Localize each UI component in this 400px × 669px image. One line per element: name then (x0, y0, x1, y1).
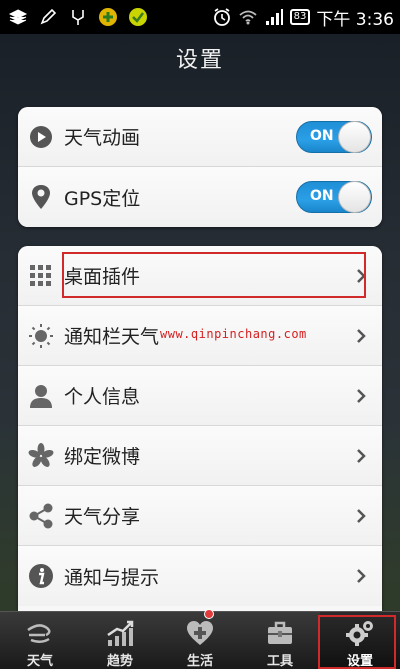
share-icon (28, 503, 54, 529)
toggle-knob (338, 181, 371, 213)
alarm-icon (213, 8, 230, 26)
menu-label: 个人信息 (64, 386, 141, 408)
menu-item-bind-weibo[interactable]: 绑定微博 (18, 426, 382, 486)
stack-icon (8, 9, 28, 25)
chevron-right-icon (357, 449, 366, 463)
tab-label: 工具 (266, 654, 293, 669)
toggle-label: 天气动画 (64, 127, 141, 149)
menu-label: 通知栏天气 (64, 326, 160, 348)
highlight-annotation (318, 615, 396, 669)
chevron-right-icon (357, 389, 366, 403)
notification-badge (204, 609, 214, 619)
menu-label: 通知与提示 (64, 566, 160, 589)
chevron-right-icon (357, 509, 366, 523)
tab-label: 天气 (26, 654, 53, 669)
grid-icon (28, 263, 54, 289)
location-pin-icon (28, 184, 54, 210)
menu-label: 天气分享 (64, 506, 141, 528)
chevron-right-icon (357, 329, 366, 343)
tab-life[interactable]: 生活 (160, 609, 240, 669)
pencil-icon (40, 8, 57, 25)
check-app-icon (129, 8, 147, 26)
settings-menu-card: 桌面插件 通知栏天气 个人信息 绑定微博 天气分享 通知与提示 (18, 246, 382, 611)
highlight-annotation (62, 252, 366, 298)
asterisk-icon (28, 442, 54, 469)
battery-icon: 83 (289, 9, 311, 25)
tuning-fork-icon (72, 10, 84, 25)
tab-weather[interactable]: 天气 (0, 612, 80, 669)
wind-icon (27, 624, 51, 643)
gps-toggle[interactable]: ON (296, 181, 372, 213)
menu-item-desktop-widget[interactable]: 桌面插件 (18, 246, 382, 306)
status-bar: 83 下午 3:36 (0, 0, 400, 34)
menu-item-personal-info[interactable]: 个人信息 (18, 366, 382, 426)
toggle-knob (338, 121, 371, 153)
menu-item-weather-share[interactable]: 天气分享 (18, 486, 382, 546)
tab-trend[interactable]: 趋势 (80, 612, 160, 669)
tab-label: 趋势 (106, 654, 133, 669)
menu-item-notifications[interactable]: 通知与提示 (18, 546, 382, 606)
toggle-row-weather-animation: 天气动画 ON (18, 107, 382, 167)
chevron-right-icon (357, 569, 366, 583)
plus-app-icon (99, 8, 117, 26)
wifi-icon (239, 10, 257, 25)
toolbox-icon (268, 621, 292, 644)
toggle-row-gps: GPS定位 ON (18, 167, 382, 227)
weather-animation-toggle[interactable]: ON (296, 121, 372, 153)
signal-icon (265, 9, 283, 25)
toggle-label: GPS定位 (64, 187, 141, 210)
page-title: 设置 (175, 48, 224, 73)
menu-label: 绑定微博 (64, 446, 141, 468)
toggle-state: ON (310, 188, 334, 204)
watermark: www.qinpinchang.com (160, 327, 307, 341)
heart-icon (187, 621, 213, 645)
clock: 下午 3:36 (316, 9, 394, 30)
toggle-state: ON (310, 128, 334, 144)
tab-tools[interactable]: 工具 (240, 612, 320, 669)
play-icon (28, 124, 54, 150)
toggle-card: 天气动画 ON GPS定位 ON (18, 107, 382, 227)
sun-icon (28, 323, 54, 349)
person-icon (28, 383, 54, 409)
info-icon (28, 563, 54, 589)
tab-label: 生活 (186, 654, 213, 669)
trend-icon (107, 620, 134, 646)
